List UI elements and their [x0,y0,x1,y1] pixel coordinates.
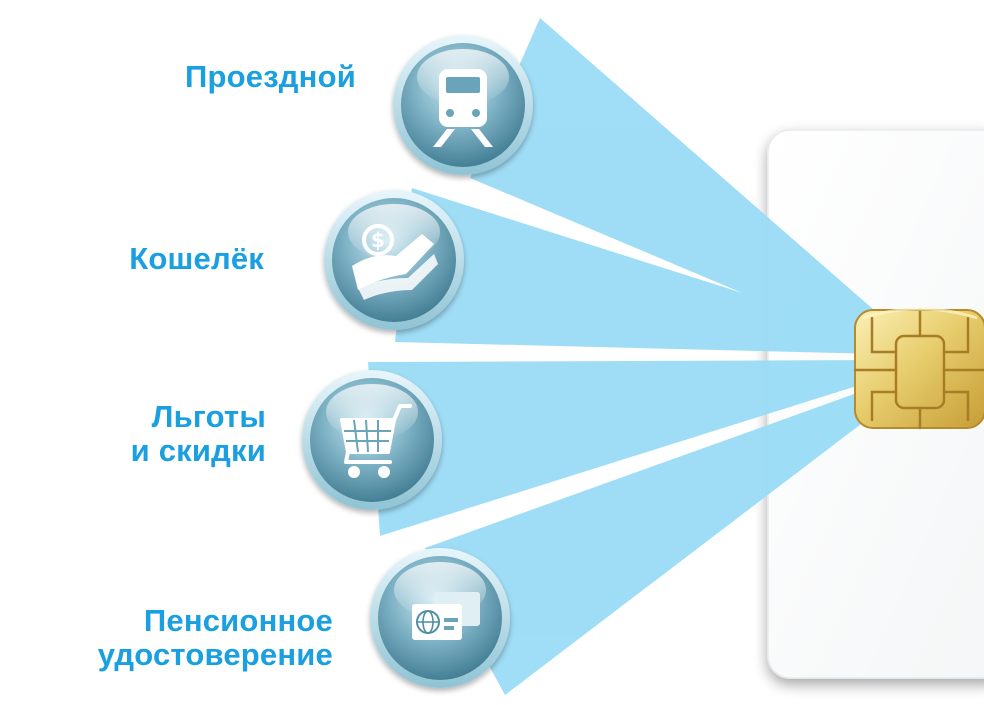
label-transit-pass-line-1: Проездной [185,59,356,94]
svg-text:$: $ [371,228,385,252]
label-pension-certificate-line-2: удостоверение [97,637,333,672]
id-cards-icon [370,548,510,688]
chip-icon [853,307,984,430]
label-benefits-line-2: и скидки [130,433,266,468]
diagram-graphics: $ [302,18,984,695]
money-icon: $ [324,190,464,330]
label-wallet: Кошелёк [129,242,264,276]
label-pension-certificate: Пенсионное удостоверение [98,604,333,672]
label-wallet-line-1: Кошелёк [129,241,264,276]
label-pension-certificate-line-1: Пенсионное [143,603,333,638]
label-benefits: Льготы и скидки [131,400,266,468]
diagram: $ Проездной Кошелёк Льготы и скидки Пенс… [0,0,984,705]
label-transit-pass: Проездной [185,60,356,94]
label-benefits-line-1: Льготы [151,399,266,434]
shopping-cart-icon [302,370,442,510]
train-icon [393,35,533,175]
